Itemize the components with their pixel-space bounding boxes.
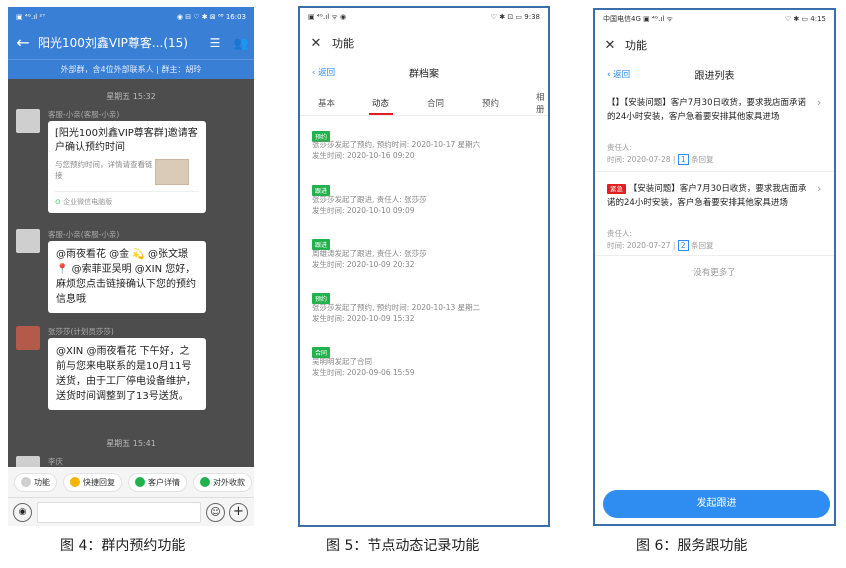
- record-text: 张莎莎发起了预约, 预约时间: 2020-10-17 星期六 发生时间: 2020…: [312, 140, 481, 160]
- active-tab-indicator: [369, 113, 393, 115]
- nav-bar: ‹ 返回 群档案: [300, 60, 548, 84]
- filter-icon[interactable]: ☰: [202, 36, 228, 50]
- followup-item[interactable]: 【】【安装问题】客户7月30日收货，要求我店面承诺的24小时安装，客户急着要安排…: [595, 90, 834, 172]
- sender-name: 客服-小亲(客服-小亲): [48, 110, 120, 119]
- status-left: ▣ ⁴ᴳ.ıl ᯤ ◉: [308, 12, 347, 21]
- chevron-right-icon: ›: [817, 96, 822, 109]
- tool-function-button[interactable]: 功能: [14, 472, 57, 492]
- tool-quick-reply-button[interactable]: 快捷回复: [63, 472, 122, 492]
- reply-count: 2: [677, 240, 689, 251]
- urgent-badge: 紧急: [607, 184, 626, 194]
- tool-customer-detail-button[interactable]: 客户详情: [128, 472, 187, 492]
- followup-item[interactable]: 紧急 【安装问题】客户7月30日收货，要求我店面承诺的24小时安装，客户急着要安…: [595, 178, 834, 256]
- chat-area[interactable]: 星期五 15:32 客服-小亲(客服-小亲) [阳光100刘鑫VIP尊客群]邀请…: [8, 79, 254, 467]
- chevron-right-icon: ›: [817, 182, 822, 195]
- nav-bar: ‹ 返回 跟进列表: [595, 62, 834, 86]
- voice-icon[interactable]: ◉: [13, 503, 32, 522]
- item-owner: 责任人:: [607, 143, 633, 152]
- sender-name: 李庆: [48, 457, 63, 466]
- item-meta: 时间: 2020-07-28 | 1 条回复: [607, 154, 714, 165]
- status-left: ▣ ⁴ᴳ.ıl ²⁷: [16, 12, 46, 21]
- toolbar: 功能 快捷回复 客户详情 对外收款: [8, 467, 254, 497]
- status-left: 中国电信4G ▣ ⁴ᴳ.ıl ᯤ: [603, 15, 673, 23]
- emoji-icon[interactable]: ☺: [206, 503, 225, 522]
- tab-bar: 基本 动态 合同 预约 相册: [300, 90, 548, 116]
- record-text: 张莎莎发起了预约, 预约时间: 2020-10-13 星期二 发生时间: 2020…: [312, 303, 481, 323]
- header: ✕ 功能: [595, 32, 834, 58]
- timestamp: 星期五 15:32: [106, 92, 156, 101]
- figure4-caption: 图 4：群内预约功能: [60, 538, 186, 554]
- quick-reply-icon: [70, 477, 80, 487]
- header-title: 功能: [625, 39, 647, 52]
- page-title: 群档案: [409, 68, 439, 80]
- message-bubble[interactable]: @XIN @雨夜看花 下午好，之前与您来电联系的是10月11号送货，由于工厂停电…: [48, 338, 206, 410]
- sender-name: 客服-小亲(客服-小亲): [48, 230, 120, 239]
- tab-basic[interactable]: 基本: [318, 97, 335, 109]
- card-footer: 企业微信电脑版: [63, 198, 113, 206]
- item-owner: 责任人:: [607, 229, 633, 238]
- app-icon: ⊙: [55, 198, 61, 206]
- back-button[interactable]: ‹ 返回: [607, 68, 630, 80]
- chat-header: ← 阳光100刘鑫VIP尊客...(15) ☰ 👥: [8, 26, 254, 59]
- start-followup-button[interactable]: 发起跟进: [603, 490, 830, 518]
- customer-icon: [135, 477, 145, 487]
- message-bubble[interactable]: @雨夜看花 @金 💫 @张文璟 📍 @索菲亚吴明 @XIN 您好，麻烦您点击链接…: [48, 241, 206, 313]
- header: ✕ 功能: [300, 30, 548, 56]
- card-title: [阳光100刘鑫VIP尊客群]邀请客户确认预约时间: [55, 128, 198, 153]
- payment-icon: [200, 477, 210, 487]
- record-text: 周雄涛发起了跟进, 责任人: 张莎莎 发生时间: 2020-10-09 20:32: [312, 249, 427, 269]
- back-button[interactable]: ‹ 返回: [312, 66, 335, 78]
- tab-album[interactable]: 相册: [536, 91, 548, 115]
- status-bar: ▣ ⁴ᴳ.ıl ²⁷ ◉ ⊟ ♡ ✱ ⊠ ⁶⁸ 16:03: [8, 7, 254, 26]
- card-desc: 与您预约时间，详情请查看链接: [55, 160, 153, 180]
- reply-count: 1: [677, 154, 689, 165]
- figure6-caption: 图 6：服务跟功能: [636, 538, 748, 554]
- link-card[interactable]: [阳光100刘鑫VIP尊客群]邀请客户确认预约时间 与您预约时间，详情请查看链接…: [48, 121, 206, 213]
- figure6-phone: 中国电信4G ▣ ⁴ᴳ.ıl ᯤ ♡ ✱ ▭ 4:15 ✕ 功能 ‹ 返回 跟进…: [593, 8, 836, 526]
- card-thumbnail: [155, 159, 189, 185]
- tab-activity[interactable]: 动态: [372, 97, 389, 109]
- sender-name: 张莎莎(计划员莎莎): [48, 327, 114, 336]
- item-text: 紧急 【安装问题】客户7月30日收货，要求我店面承诺的24小时安装，客户急着要安…: [607, 184, 807, 208]
- figure5-caption: 图 5：节点动态记录功能: [326, 538, 480, 554]
- function-icon: [21, 477, 31, 487]
- avatar[interactable]: [16, 326, 40, 350]
- status-right: ♡ ✱ ⊡ ▭ 9:38: [490, 13, 540, 21]
- back-arrow-icon[interactable]: ←: [8, 33, 38, 52]
- status-right: ♡ ✱ ▭ 4:15: [784, 15, 826, 23]
- close-icon[interactable]: ✕: [300, 36, 332, 51]
- record-text: 张莎莎发起了跟进, 责任人: 张莎莎 发生时间: 2020-10-10 09:09: [312, 195, 427, 215]
- tool-payment-button[interactable]: 对外收款: [193, 472, 252, 492]
- status-bar: 中国电信4G ▣ ⁴ᴳ.ıl ᯤ ♡ ✱ ▭ 4:15: [595, 10, 834, 28]
- timestamp: 星期五 15:41: [106, 439, 156, 448]
- tab-contract[interactable]: 合同: [427, 97, 444, 109]
- message-input[interactable]: [37, 502, 201, 523]
- header-title: 功能: [332, 37, 354, 50]
- figure4-phone: ▣ ⁴ᴳ.ıl ²⁷ ◉ ⊟ ♡ ✱ ⊠ ⁶⁸ 16:03 ← 阳光100刘鑫V…: [8, 7, 254, 526]
- status-right: ◉ ⊟ ♡ ✱ ⊠ ⁶⁸ 16:03: [176, 12, 246, 21]
- plus-icon[interactable]: +: [229, 503, 248, 522]
- figure5-phone: ▣ ⁴ᴳ.ıl ᯤ ◉ ♡ ✱ ⊡ ▭ 9:38 ✕ 功能 ‹ 返回 群档案 基…: [298, 6, 550, 527]
- avatar[interactable]: [16, 456, 40, 467]
- avatar[interactable]: [16, 109, 40, 133]
- status-bar: ▣ ⁴ᴳ.ıl ᯤ ◉ ♡ ✱ ⊡ ▭ 9:38: [300, 8, 548, 26]
- item-meta: 时间: 2020-07-27 | 2 条回复: [607, 240, 714, 251]
- members-icon[interactable]: 👥: [228, 36, 254, 50]
- close-icon[interactable]: ✕: [595, 38, 625, 53]
- record-text: 吴明明发起了合同 发生时间: 2020-09-06 15:59: [312, 357, 415, 377]
- item-text: 【】【安装问题】客户7月30日收货，要求我店面承诺的24小时安装，客户急着要安排…: [607, 98, 806, 122]
- page-title: 跟进列表: [694, 70, 735, 82]
- input-bar: ◉ ☺ +: [8, 497, 254, 526]
- no-more-text: 没有更多了: [693, 268, 736, 278]
- avatar[interactable]: [16, 229, 40, 253]
- chat-title: 阳光100刘鑫VIP尊客...(15): [38, 36, 188, 50]
- tab-appointment[interactable]: 预约: [482, 97, 499, 109]
- group-info: 外部群，含4位外部联系人 | 群主：胡玲: [8, 59, 254, 79]
